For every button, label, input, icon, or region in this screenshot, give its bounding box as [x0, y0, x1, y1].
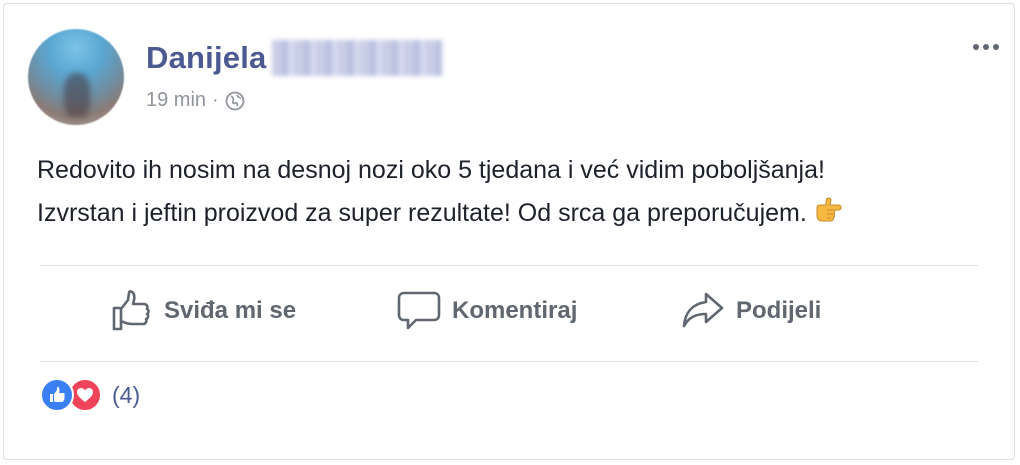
divider	[40, 361, 978, 362]
share-label: Podijeli	[736, 297, 822, 324]
avatar[interactable]	[28, 29, 124, 125]
thumbs-right-emoji	[813, 195, 843, 225]
post-text-line-2: Izvrstan i jeftin proizvod za super rezu…	[37, 192, 997, 235]
redacted-surname	[272, 40, 443, 76]
reactions-summary[interactable]: (4)	[40, 378, 140, 412]
author-name[interactable]: Danijela	[146, 40, 266, 76]
comment-label: Komentiraj	[452, 297, 578, 324]
more-options-icon[interactable]	[973, 44, 999, 50]
post-text-line-2-content: Izvrstan i jeftin proizvod za super rezu…	[37, 199, 807, 227]
meta-separator: ·	[212, 89, 219, 111]
share-button[interactable]: Podijeli	[680, 288, 821, 334]
post-text-line-1: Redovito ih nosim na desnoj nozi oko 5 t…	[37, 156, 825, 184]
avatar-photo	[64, 73, 90, 117]
like-label: Sviđa mi se	[164, 297, 297, 324]
like-button[interactable]: Sviđa mi se	[108, 288, 296, 334]
comment-bubble-icon	[396, 288, 442, 334]
divider	[40, 265, 978, 266]
comment-button[interactable]: Komentiraj	[396, 288, 577, 334]
post-card: Danijela 19 min · Redovito ih nosim na d…	[3, 3, 1015, 460]
like-reaction-icon	[40, 378, 74, 412]
author-row: Danijela	[146, 40, 443, 76]
post-text: Redovito ih nosim na desnoj nozi oko 5 t…	[37, 149, 997, 235]
reaction-count[interactable]: (4)	[112, 382, 140, 409]
globe-icon[interactable]	[225, 91, 245, 111]
post-meta: 19 min ·	[146, 89, 245, 112]
thumbs-up-icon	[108, 288, 154, 334]
share-arrow-icon	[680, 288, 726, 334]
timestamp[interactable]: 19 min	[146, 89, 206, 112]
